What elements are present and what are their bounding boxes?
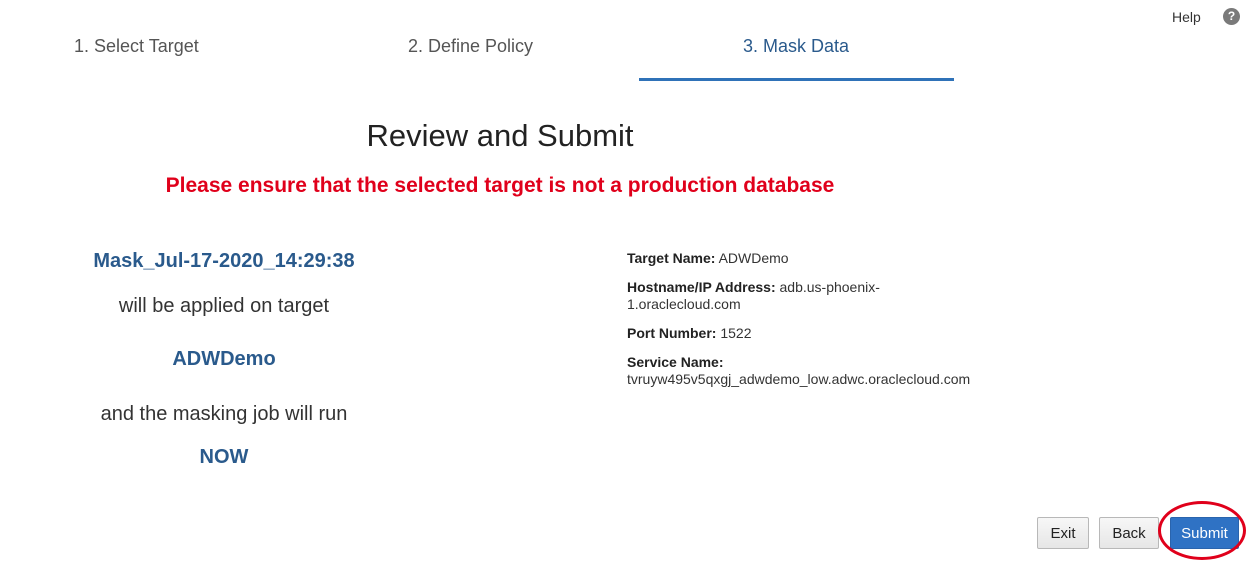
exit-button[interactable]: Exit — [1037, 517, 1089, 549]
production-warning: Please ensure that the selected target i… — [165, 174, 835, 197]
tab-select-target[interactable]: 1. Select Target — [74, 36, 199, 57]
run-schedule: NOW — [199, 446, 249, 468]
detail-value: ADWDemo — [718, 250, 789, 266]
detail-value: tvruyw495v5qxgj_adwdemo_low.adwc.oraclec… — [627, 371, 971, 387]
submit-highlight-annotation — [1158, 501, 1246, 560]
back-button[interactable]: Back — [1099, 517, 1159, 549]
detail-service-name: Service Name: tvruyw495v5qxgj_adwdemo_lo… — [627, 354, 1027, 388]
detail-label: Service Name: — [627, 354, 724, 370]
job-text: and the masking job will run — [100, 403, 348, 425]
active-step-indicator — [639, 78, 954, 81]
detail-port: Port Number: 1522 — [627, 325, 752, 342]
applied-text: will be applied on target — [118, 295, 330, 317]
help-link[interactable]: Help — [1172, 9, 1201, 25]
detail-label: Hostname/IP Address: — [627, 279, 776, 295]
detail-label: Target Name: — [627, 250, 716, 266]
tab-define-policy[interactable]: 2. Define Policy — [408, 36, 533, 57]
page-title: Review and Submit — [366, 118, 634, 153]
mask-name: Mask_Jul-17-2020_14:29:38 — [93, 250, 355, 272]
detail-target-name: Target Name: ADWDemo — [627, 250, 789, 267]
detail-label: Port Number: — [627, 325, 717, 341]
target-name: ADWDemo — [172, 348, 276, 370]
detail-value: 1522 — [720, 325, 752, 341]
help-icon[interactable]: ? — [1223, 8, 1240, 25]
tab-mask-data[interactable]: 3. Mask Data — [743, 36, 849, 57]
detail-hostname: Hostname/IP Address: adb.us-phoenix-1.or… — [627, 279, 927, 313]
